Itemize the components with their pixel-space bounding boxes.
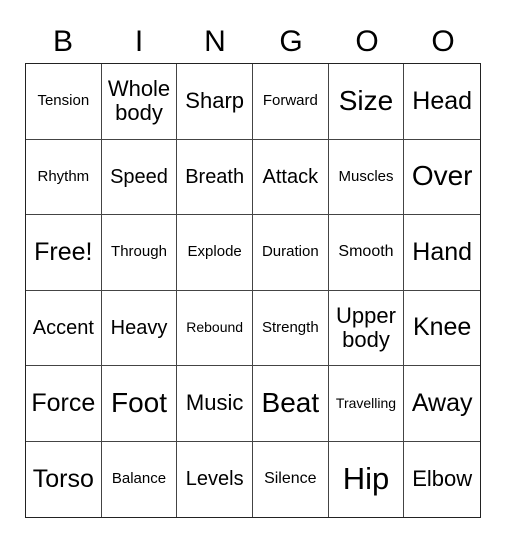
bingo-cell[interactable]: Breath <box>177 139 253 215</box>
header-letter-g: G <box>279 25 303 58</box>
bingo-cell[interactable]: Size <box>328 64 405 140</box>
bingo-cell[interactable]: Upper body <box>328 290 405 366</box>
bingo-cell[interactable]: Tension <box>26 64 102 140</box>
bingo-cell[interactable]: Smooth <box>328 215 405 291</box>
bingo-cell[interactable]: Levels <box>177 441 253 517</box>
bingo-cell[interactable]: Hip <box>329 441 405 517</box>
bingo-cell[interactable]: Rebound <box>177 290 253 366</box>
bingo-cell[interactable]: Balance <box>102 441 178 517</box>
bingo-cell[interactable]: Accent <box>26 290 102 366</box>
bingo-cell[interactable]: Strength <box>252 290 329 366</box>
bingo-cell[interactable]: Away <box>404 366 480 442</box>
bingo-cell[interactable]: Rhythm <box>26 139 102 215</box>
bingo-cell[interactable]: Through <box>101 215 178 291</box>
header-letter-b: B <box>52 25 73 58</box>
bingo-cell[interactable]: Attack <box>252 139 329 215</box>
header-letter-n: N <box>204 25 226 58</box>
bingo-cell[interactable]: Foot <box>101 366 178 442</box>
bingo-cell[interactable]: Beat <box>252 366 329 442</box>
header-letter-o: O <box>355 25 379 58</box>
bingo-cell[interactable]: Force <box>26 366 102 442</box>
bingo-cell[interactable]: Elbow <box>404 442 480 518</box>
bingo-cell[interactable]: Travelling <box>328 366 405 442</box>
bingo-header: B I N G O O <box>25 22 481 62</box>
bingo-cell[interactable]: Heavy <box>101 290 178 366</box>
bingo-cell[interactable]: Explode <box>177 215 253 291</box>
bingo-cell[interactable]: Sharp <box>177 64 253 140</box>
bingo-cell[interactable]: Knee <box>404 291 480 366</box>
bingo-card-grid: Tension Whole body Sharp Forward Size He… <box>25 63 481 518</box>
bingo-cell[interactable]: Head <box>404 64 480 140</box>
header-letter-o-2: O <box>431 25 455 58</box>
bingo-cell-free[interactable]: Free! <box>26 215 102 291</box>
bingo-cell[interactable]: Muscles <box>328 139 405 215</box>
header-letter-i: I <box>134 25 144 58</box>
bingo-cell[interactable]: Hand <box>404 215 480 291</box>
bingo-cell[interactable]: Over <box>404 140 480 215</box>
bingo-cell[interactable]: Music <box>177 366 253 442</box>
bingo-cell[interactable]: Silence <box>253 441 329 517</box>
bingo-cell[interactable]: Duration <box>252 215 329 291</box>
bingo-cell[interactable]: Forward <box>252 64 329 140</box>
bingo-cell[interactable]: Whole body <box>101 64 178 140</box>
bingo-cell[interactable]: Torso <box>26 441 102 517</box>
bingo-cell[interactable]: Speed <box>101 139 178 215</box>
